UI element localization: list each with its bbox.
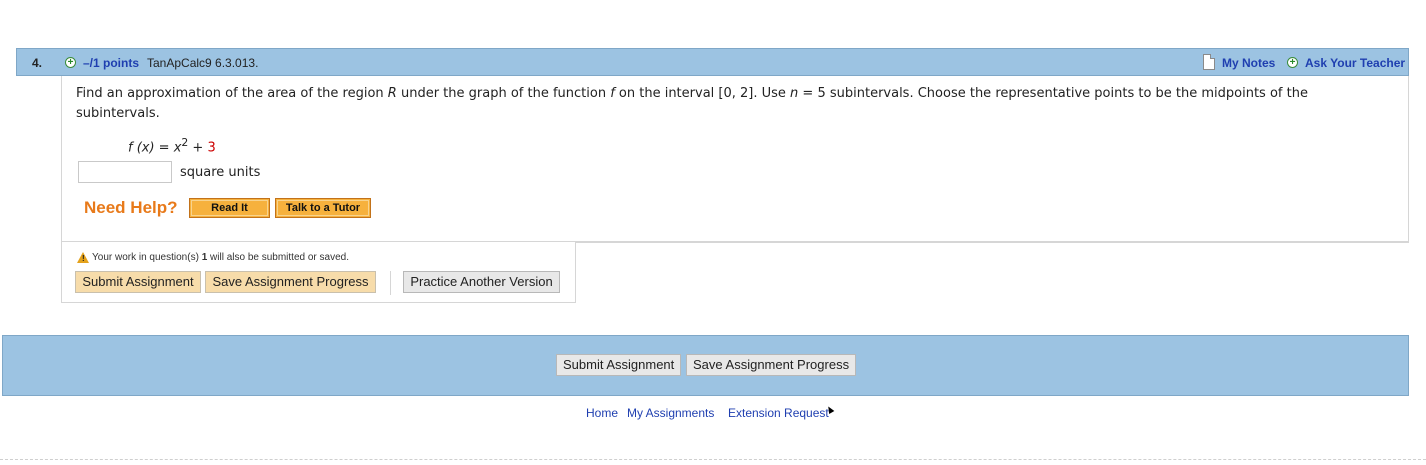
need-help-label: Need Help?: [84, 198, 178, 217]
ask-teacher-link[interactable]: Ask Your Teacher: [1305, 56, 1405, 70]
submit-assignment-button[interactable]: Submit Assignment: [75, 271, 201, 293]
answer-input[interactable]: [78, 161, 172, 183]
question-header-bar: 4. + –/1 points TanApCalc9 6.3.013. My N…: [16, 48, 1409, 76]
divider: [0, 459, 1426, 460]
home-link[interactable]: Home: [586, 406, 618, 420]
read-it-button[interactable]: Read It: [189, 198, 270, 218]
save-progress-button[interactable]: Save Assignment Progress: [205, 271, 376, 293]
notes-icon[interactable]: [1203, 54, 1215, 70]
warning-text: Your work in question(s) 1 will also be …: [92, 252, 349, 263]
warning-icon: !: [77, 252, 89, 263]
talk-to-tutor-button[interactable]: Talk to a Tutor: [275, 198, 371, 218]
my-notes-link[interactable]: My Notes: [1222, 56, 1275, 70]
bottom-save-progress-button[interactable]: Save Assignment Progress: [686, 354, 856, 376]
question-points: –/1 points: [83, 56, 140, 70]
question-id: TanApCalc9 6.3.013.: [147, 56, 259, 70]
formula-constant: 3: [207, 140, 216, 156]
question-text: Find an approximation of the area of the…: [76, 86, 1308, 121]
units-label: square units: [180, 165, 261, 180]
practice-another-version-button[interactable]: Practice Another Version: [403, 271, 560, 293]
button-divider: [390, 271, 391, 295]
plus-icon[interactable]: +: [65, 57, 76, 68]
my-assignments-link[interactable]: My Assignments: [627, 406, 714, 420]
formula-lhs: f (x) = x: [128, 140, 182, 156]
divider: [575, 242, 1409, 243]
question-number: 4.: [32, 56, 43, 70]
function-formula: f (x) = x2 + 3: [128, 136, 216, 155]
plus-icon[interactable]: +: [1287, 57, 1298, 68]
bottom-submit-assignment-button[interactable]: Submit Assignment: [556, 354, 681, 376]
extension-request-link[interactable]: Extension Request: [728, 406, 829, 420]
formula-plus: +: [188, 140, 208, 156]
